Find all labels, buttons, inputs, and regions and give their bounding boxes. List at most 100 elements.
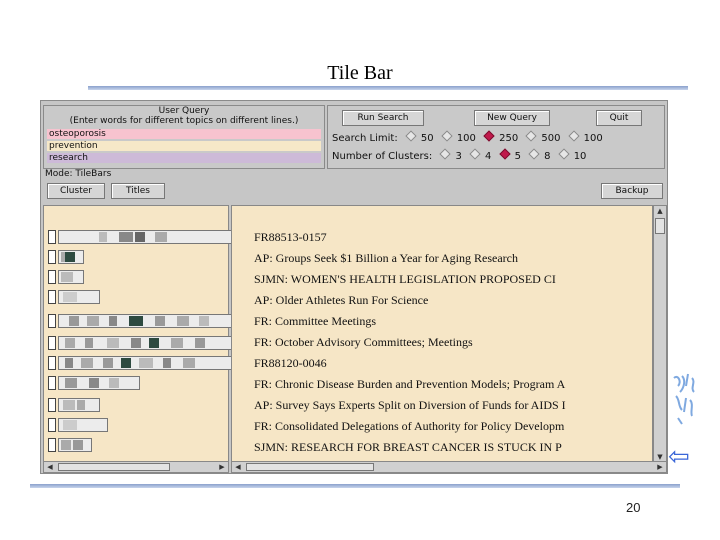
tilebar-row[interactable]: [48, 398, 100, 412]
clusters-option-10[interactable]: 10: [558, 148, 586, 162]
new-query-button[interactable]: New Query: [474, 110, 550, 126]
query-line-3[interactable]: research: [47, 153, 321, 163]
tilebar: [58, 418, 108, 432]
row-marker: [48, 314, 56, 328]
tilebar-segment: [65, 252, 75, 262]
tilebar-segment: [199, 316, 209, 326]
mode-label: Mode: TileBars: [45, 169, 112, 179]
tilebar-row[interactable]: [48, 230, 234, 244]
tilebar-row[interactable]: [48, 336, 234, 350]
tilebar-segment: [139, 358, 153, 368]
result-title[interactable]: SJMN: WOMEN'S HEALTH LEGISLATION PROPOSE…: [254, 272, 556, 287]
search-limit-option-50[interactable]: 50: [405, 130, 434, 144]
tilebar: [58, 314, 234, 328]
clusters-option-3[interactable]: 3: [439, 148, 462, 162]
tilebar: [58, 356, 234, 370]
search-limit-option-100[interactable]: 100: [441, 130, 476, 144]
tilebar-segment: [155, 232, 167, 242]
scroll-left-arrow-icon[interactable]: ◀: [45, 463, 55, 471]
clusters-option-5[interactable]: 5: [498, 148, 521, 162]
tilebar: [58, 438, 92, 452]
title-rule: [88, 86, 688, 90]
tilebar-row[interactable]: [48, 356, 234, 370]
result-title[interactable]: FR: Consolidated Delegations of Authorit…: [254, 419, 564, 434]
tilebar-row[interactable]: [48, 250, 84, 264]
tilebar-segment: [177, 316, 189, 326]
tilebar-segment: [109, 378, 119, 388]
clusters-option-4[interactable]: 4: [469, 148, 491, 162]
slide-title: Tile Bar: [327, 62, 393, 84]
tilebar-list: [43, 205, 234, 463]
tilebar-row[interactable]: [48, 418, 108, 432]
query-line-2[interactable]: prevention: [47, 141, 321, 151]
tilebar: [58, 290, 100, 304]
titles-button[interactable]: Titles: [111, 183, 165, 199]
right-horizontal-scroll-thumb[interactable]: [246, 463, 374, 471]
search-limit-option-1000[interactable]: 100: [567, 130, 603, 144]
result-title[interactable]: FR: Committee Meetings: [254, 314, 376, 329]
result-title[interactable]: AP: Older Athletes Run For Science: [254, 293, 428, 308]
left-horizontal-scroll-thumb[interactable]: [58, 463, 170, 471]
row-marker: [48, 376, 56, 390]
clusters-option-8[interactable]: 8: [528, 148, 551, 162]
search-limit-option-500[interactable]: 500: [525, 130, 560, 144]
tilebar-segment: [119, 232, 133, 242]
backup-button[interactable]: Backup: [601, 183, 663, 199]
back-arrow-icon[interactable]: ⇦: [668, 444, 690, 470]
user-query-heading: User Query: [158, 106, 210, 116]
result-title[interactable]: SJMN: RESEARCH FOR BREAST CANCER IS STUC…: [254, 440, 562, 455]
cluster-button[interactable]: Cluster: [47, 183, 105, 199]
row-marker: [48, 398, 56, 412]
left-horizontal-scrollbar[interactable]: ◀ ▶: [43, 461, 229, 473]
tilebar-row[interactable]: [48, 314, 234, 328]
tilebar-segment: [109, 316, 117, 326]
row-marker: [48, 250, 56, 264]
tilebar-segment: [183, 358, 195, 368]
search-limit-option-250[interactable]: 250: [483, 130, 518, 144]
scroll-up-arrow-icon[interactable]: ▲: [655, 207, 665, 215]
tilebar: [58, 336, 234, 350]
vertical-scrollbar[interactable]: ▲ ▼: [653, 205, 667, 463]
tilebar-segment: [81, 358, 93, 368]
row-marker: [48, 230, 56, 244]
tilebar-row[interactable]: [48, 290, 100, 304]
row-marker: [48, 336, 56, 350]
user-query-instructions: (Enter words for different topics on dif…: [69, 116, 299, 126]
scroll-right-arrow-icon[interactable]: ▶: [655, 463, 665, 471]
row-marker: [48, 418, 56, 432]
tilebar-segment: [135, 232, 145, 242]
clusters-row: Number of Clusters: 3 4 5 8 10: [332, 148, 586, 162]
result-title[interactable]: FR: Chronic Disease Burden and Preventio…: [254, 377, 565, 392]
result-title[interactable]: FR88120-0046: [254, 356, 327, 371]
query-line-1[interactable]: osteoporosis: [47, 129, 321, 139]
quit-button[interactable]: Quit: [596, 110, 642, 126]
tilebar-segment: [195, 338, 205, 348]
result-title[interactable]: FR88513-0157: [254, 230, 327, 245]
vertical-scroll-thumb[interactable]: [655, 218, 665, 234]
tilebar-segment: [69, 316, 79, 326]
row-marker: [48, 290, 56, 304]
right-horizontal-scrollbar[interactable]: ◀ ▶: [231, 461, 667, 473]
tilebar-segment: [99, 232, 107, 242]
page-number: 20: [626, 500, 641, 515]
tilebar-row[interactable]: [48, 376, 140, 390]
result-title[interactable]: FR: October Advisory Committees; Meeting…: [254, 335, 473, 350]
tilebar-row[interactable]: [48, 438, 92, 452]
tilebar-segment: [129, 316, 143, 326]
result-title[interactable]: AP: Groups Seek $1 Billion a Year for Ag…: [254, 251, 518, 266]
tilebar-segment: [89, 378, 99, 388]
tilebar-segment: [163, 358, 171, 368]
result-title[interactable]: AP: Survey Says Experts Split on Diversi…: [254, 398, 566, 413]
tilebar-row[interactable]: [48, 270, 84, 284]
tilebar-segment: [103, 358, 113, 368]
tilebar-segment: [77, 400, 85, 410]
tilebar-segment: [121, 358, 131, 368]
run-search-button[interactable]: Run Search: [342, 110, 424, 126]
scroll-right-arrow-icon[interactable]: ▶: [217, 463, 227, 471]
row-marker: [48, 438, 56, 452]
row-marker: [48, 356, 56, 370]
scroll-left-arrow-icon[interactable]: ◀: [233, 463, 243, 471]
scroll-down-arrow-icon[interactable]: ▼: [655, 453, 665, 461]
tilebar-segment: [65, 338, 75, 348]
tilebar-app-window: User Query (Enter words for different to…: [40, 100, 668, 474]
